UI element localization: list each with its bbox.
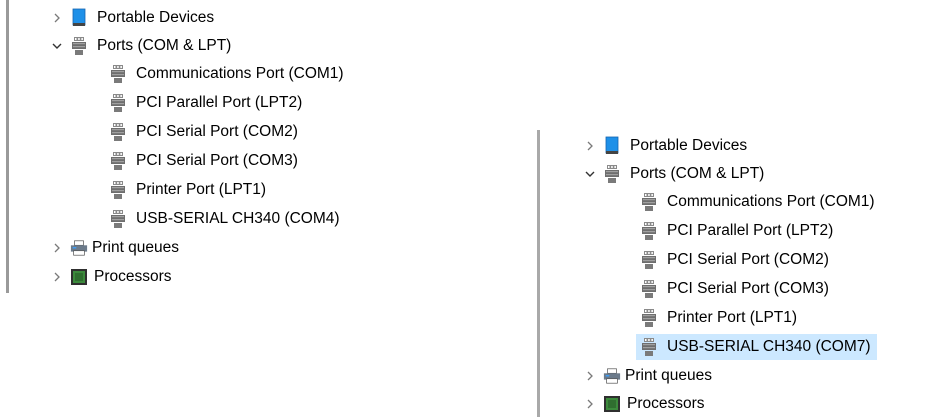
processor-chip-icon <box>70 267 88 287</box>
port-connector-icon <box>640 221 658 241</box>
tree-item-port[interactable]: Printer Port (LPT1) <box>109 177 266 203</box>
tree-item-port[interactable]: PCI Parallel Port (LPT2) <box>109 90 302 116</box>
printer-icon <box>70 238 88 258</box>
device-tree-right: Portable Devices Ports (COM & LPT) Commu… <box>533 130 933 417</box>
tree-item-label: PCI Parallel Port (LPT2) <box>136 94 303 111</box>
port-connector-icon <box>640 279 658 299</box>
port-connector-icon <box>70 36 88 56</box>
tree-item-label: Communications Port (COM1) <box>136 65 344 82</box>
tree-node-label: Ports (COM & LPT) <box>630 165 765 182</box>
tree-item-label: USB-SERIAL CH340 (COM7) <box>667 338 871 355</box>
port-connector-icon <box>640 337 658 357</box>
tree-item-label: USB-SERIAL CH340 (COM4) <box>136 210 340 227</box>
tree-node-label: Ports (COM & LPT) <box>97 37 232 54</box>
tree-node-label: Portable Devices <box>97 9 215 26</box>
tree-item-port[interactable]: USB-SERIAL CH340 (COM4) <box>109 206 340 232</box>
tree-node-label: Portable Devices <box>630 137 748 154</box>
tree-item-port[interactable]: Printer Port (LPT1) <box>640 305 797 331</box>
tree-node-label: Print queues <box>92 239 180 256</box>
tree-node-processors[interactable]: Processors <box>50 264 172 290</box>
tree-item-port[interactable]: PCI Serial Port (COM3) <box>109 148 298 174</box>
tree-item-label: Printer Port (LPT1) <box>667 309 798 326</box>
tree-node-label: Processors <box>94 268 172 285</box>
port-connector-icon <box>109 93 127 113</box>
portable-device-icon <box>603 136 621 156</box>
tree-item-port[interactable]: Communications Port (COM1) <box>640 189 875 215</box>
tree-item-label: Communications Port (COM1) <box>667 193 875 210</box>
selection-highlight: USB-SERIAL CH340 (COM7) <box>636 334 877 360</box>
chevron-right-icon[interactable] <box>583 369 597 383</box>
printer-icon <box>603 366 621 386</box>
tree-node-label: Processors <box>627 395 705 412</box>
port-connector-icon <box>109 209 127 229</box>
tree-border <box>537 130 540 417</box>
chevron-right-icon[interactable] <box>583 397 597 411</box>
tree-node-print-queues[interactable]: Print queues <box>50 235 179 261</box>
chevron-right-icon[interactable] <box>50 270 64 284</box>
tree-item-label: PCI Serial Port (COM3) <box>136 152 298 169</box>
tree-node-ports[interactable]: Ports (COM & LPT) <box>50 33 231 59</box>
port-connector-icon <box>109 122 127 142</box>
tree-item-label: PCI Parallel Port (LPT2) <box>667 222 834 239</box>
chevron-right-icon[interactable] <box>50 11 64 25</box>
tree-node-processors[interactable]: Processors <box>583 391 705 417</box>
tree-node-print-queues[interactable]: Print queues <box>583 363 712 389</box>
chevron-down-icon[interactable] <box>50 39 64 53</box>
port-connector-icon <box>109 151 127 171</box>
port-connector-icon <box>640 192 658 212</box>
tree-item-label: Printer Port (LPT1) <box>136 181 267 198</box>
tree-item-port[interactable]: PCI Serial Port (COM2) <box>109 119 298 145</box>
tree-item-port-selected[interactable]: USB-SERIAL CH340 (COM7) <box>636 334 877 360</box>
tree-item-label: PCI Serial Port (COM2) <box>667 251 829 268</box>
tree-border <box>6 0 9 293</box>
chevron-right-icon[interactable] <box>583 139 597 153</box>
port-connector-icon <box>603 164 621 184</box>
port-connector-icon <box>109 64 127 84</box>
port-connector-icon <box>640 250 658 270</box>
tree-node-portable-devices[interactable]: Portable Devices <box>583 133 747 159</box>
portable-device-icon <box>70 8 88 28</box>
tree-node-portable-devices[interactable]: Portable Devices <box>50 5 214 31</box>
tree-item-port[interactable]: PCI Parallel Port (LPT2) <box>640 218 833 244</box>
tree-item-port[interactable]: Communications Port (COM1) <box>109 61 344 87</box>
port-connector-icon <box>640 308 658 328</box>
chevron-right-icon[interactable] <box>50 241 64 255</box>
tree-item-label: PCI Serial Port (COM2) <box>136 123 298 140</box>
tree-node-ports[interactable]: Ports (COM & LPT) <box>583 161 764 187</box>
tree-item-port[interactable]: PCI Serial Port (COM2) <box>640 247 829 273</box>
tree-node-label: Print queues <box>625 367 713 384</box>
device-tree-left: Portable Devices Ports (COM & LPT) Commu… <box>0 0 430 300</box>
processor-chip-icon <box>603 394 621 414</box>
port-connector-icon <box>109 180 127 200</box>
tree-item-label: PCI Serial Port (COM3) <box>667 280 829 297</box>
chevron-down-icon[interactable] <box>583 167 597 181</box>
tree-item-port[interactable]: PCI Serial Port (COM3) <box>640 276 829 302</box>
